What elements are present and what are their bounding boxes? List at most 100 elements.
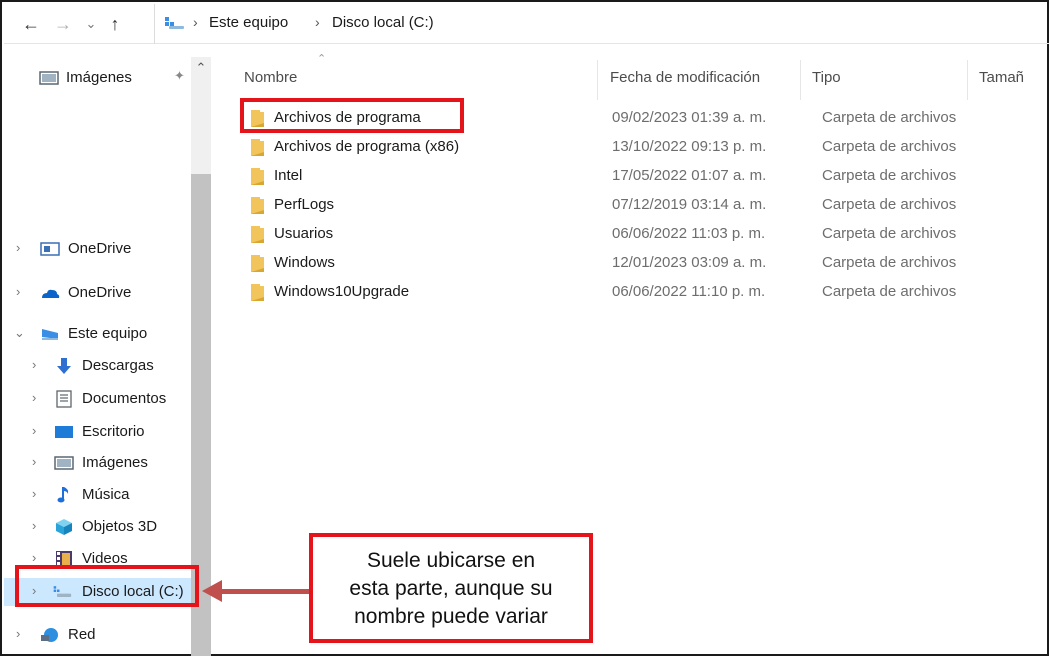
downloads-icon <box>57 358 71 374</box>
sidebar-item-label: Objetos 3D <box>82 518 158 535</box>
sidebar-item-imagenes-pinned[interactable]: Imágenes ✦ <box>4 65 191 91</box>
table-row[interactable]: Windows 12/01/2023 03:09 a. m. Carpeta d… <box>237 249 997 277</box>
address-input[interactable]: › Este equipo › Disco local (C:) <box>154 4 1049 44</box>
expand-chevron-icon[interactable]: › <box>16 284 20 299</box>
column-header-date[interactable]: Fecha de modificación <box>610 69 760 86</box>
file-type: Carpeta de archivos <box>822 167 957 184</box>
callout-line: esta parte, aunque su <box>349 577 553 600</box>
callout-line: nombre puede variar <box>354 605 548 628</box>
sidebar-item-objetos-3d[interactable]: › Objetos 3D <box>4 514 191 540</box>
sidebar-item-onedrive-business[interactable]: › OneDrive <box>4 236 191 262</box>
onedrive-cloud-icon <box>42 289 60 298</box>
sidebar-item-label: Red <box>68 626 96 643</box>
file-type: Carpeta de archivos <box>822 138 957 155</box>
expand-chevron-icon[interactable]: › <box>32 390 36 405</box>
file-name: Windows <box>274 254 335 271</box>
sidebar-item-descargas[interactable]: › Descargas <box>4 353 191 379</box>
3d-objects-icon <box>56 519 72 535</box>
annotation-arrow-head <box>202 580 222 602</box>
chevron-down-icon[interactable]: ⌄ <box>80 13 102 35</box>
network-icon <box>41 628 58 642</box>
column-header-size[interactable]: Tamañ <box>979 69 1024 86</box>
scroll-up-icon[interactable]: ⌃ <box>193 60 209 76</box>
expand-chevron-icon[interactable]: › <box>32 357 36 372</box>
pictures-icon <box>54 456 74 470</box>
file-type: Carpeta de archivos <box>822 254 957 271</box>
column-header-name[interactable]: Nombre <box>244 69 297 86</box>
sidebar-item-este-equipo[interactable]: ⌄ Este equipo <box>4 321 191 347</box>
folder-icon <box>251 284 264 301</box>
this-pc-icon <box>42 329 58 340</box>
folder-icon <box>251 197 264 214</box>
column-header-type[interactable]: Tipo <box>812 69 841 86</box>
table-row[interactable]: Intel 17/05/2022 01:07 a. m. Carpeta de … <box>237 162 997 190</box>
sidebar-item-label: Imágenes <box>66 69 132 86</box>
file-name: Usuarios <box>274 225 334 242</box>
collapse-chevron-icon[interactable]: ⌄ <box>14 325 25 341</box>
sidebar-item-documentos[interactable]: › Documentos <box>4 386 191 412</box>
up-arrow-icon[interactable]: ↑ <box>104 13 126 35</box>
breadcrumb-separator[interactable]: › <box>315 14 320 30</box>
expand-chevron-icon[interactable]: › <box>16 240 20 255</box>
expand-chevron-icon[interactable]: › <box>32 423 36 438</box>
expand-chevron-icon[interactable]: › <box>32 550 36 565</box>
sidebar-item-label: Descargas <box>82 357 154 374</box>
file-type: Carpeta de archivos <box>822 109 957 126</box>
pin-icon[interactable]: ✦ <box>174 68 185 84</box>
sidebar-item-label: Documentos <box>82 390 167 407</box>
breadcrumb-disco-local[interactable]: Disco local (C:) <box>332 14 434 31</box>
expand-chevron-icon[interactable]: › <box>32 486 36 501</box>
sidebar-item-label: Imágenes <box>82 454 148 471</box>
file-date: 13/10/2022 09:13 p. m. <box>612 138 767 155</box>
table-row[interactable]: Usuarios 06/06/2022 11:03 p. m. Carpeta … <box>237 220 997 248</box>
expand-chevron-icon[interactable]: › <box>16 626 20 641</box>
column-divider[interactable] <box>967 60 968 100</box>
file-date: 17/05/2022 01:07 a. m. <box>612 167 767 184</box>
file-date: 12/01/2023 03:09 a. m. <box>612 254 767 271</box>
sidebar-item-escritorio[interactable]: › Escritorio <box>4 419 191 445</box>
onedrive-business-icon <box>40 242 60 256</box>
file-date: 09/02/2023 01:39 a. m. <box>612 109 767 126</box>
highlight-disco-local <box>15 565 199 607</box>
back-arrow-icon[interactable]: ← <box>20 13 42 35</box>
file-name: Archivos de programa (x86) <box>274 138 460 155</box>
desktop-icon <box>55 426 73 438</box>
folder-icon <box>251 139 264 156</box>
sidebar-item-musica[interactable]: › Música <box>4 482 191 508</box>
sidebar-item-label: OneDrive <box>68 284 132 301</box>
column-divider[interactable] <box>597 60 598 100</box>
documents-icon <box>56 390 72 408</box>
music-icon <box>57 487 69 503</box>
breadcrumb-separator[interactable]: › <box>193 14 198 30</box>
file-name: Intel <box>274 167 303 184</box>
this-pc-icon <box>165 17 184 29</box>
annotation-callout: Suele ubicarse en esta parte, aunque su … <box>309 533 593 643</box>
file-name: Windows10Upgrade <box>274 283 410 300</box>
sidebar-item-red[interactable]: › Red <box>4 622 191 648</box>
folder-icon <box>251 168 264 185</box>
table-row[interactable]: Archivos de programa (x86) 13/10/2022 09… <box>237 133 997 161</box>
forward-arrow-icon[interactable]: → <box>52 13 74 35</box>
file-explorer-window: ← → ⌄ ↑ › Este equipo › Disco local (C:)… <box>0 0 1049 656</box>
address-bar: ← → ⌄ ↑ › Este equipo › Disco local (C:) <box>4 4 1049 44</box>
sort-ascending-icon: ⌃ <box>317 53 327 65</box>
table-row[interactable]: Windows10Upgrade 06/06/2022 11:10 p. m. … <box>237 278 997 306</box>
sidebar-item-label: Este equipo <box>68 325 148 342</box>
file-date: 06/06/2022 11:03 p. m. <box>612 225 766 242</box>
sidebar-item-imagenes[interactable]: › Imágenes <box>4 450 191 476</box>
breadcrumb-este-equipo[interactable]: Este equipo <box>209 14 288 31</box>
sidebar-item-label: OneDrive <box>68 240 132 257</box>
sidebar-item-onedrive[interactable]: › OneDrive <box>4 280 191 306</box>
expand-chevron-icon[interactable]: › <box>32 518 36 533</box>
expand-chevron-icon[interactable]: › <box>32 454 36 469</box>
callout-line: Suele ubicarse en <box>366 549 536 572</box>
column-divider[interactable] <box>800 60 801 100</box>
file-type: Carpeta de archivos <box>822 196 957 213</box>
table-row[interactable]: PerfLogs 07/12/2019 03:14 a. m. Carpeta … <box>237 191 997 219</box>
folder-icon <box>251 226 264 243</box>
file-date: 07/12/2019 03:14 a. m. <box>612 196 767 213</box>
sidebar-item-label: Escritorio <box>82 423 145 440</box>
file-type: Carpeta de archivos <box>822 225 957 242</box>
file-type: Carpeta de archivos <box>822 283 957 300</box>
highlight-archivos-de-programa <box>240 98 464 133</box>
